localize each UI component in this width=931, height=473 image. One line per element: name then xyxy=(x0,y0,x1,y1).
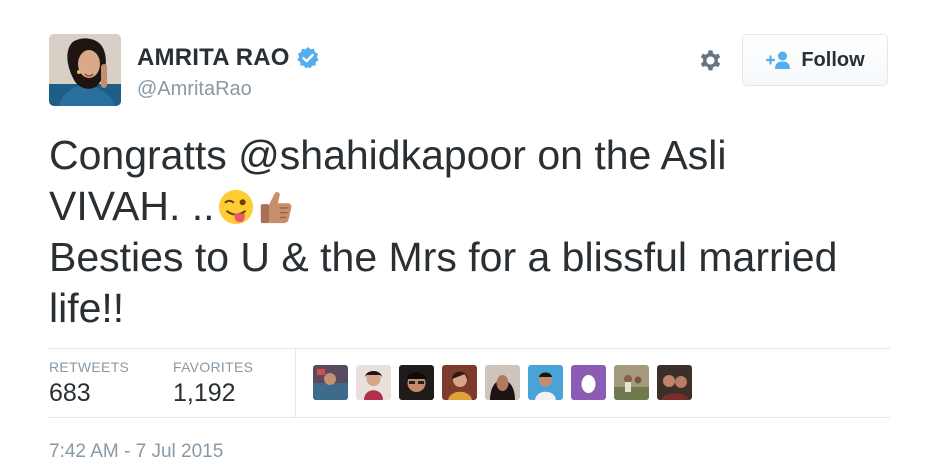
favorites-count: 1,192 xyxy=(173,379,236,407)
follow-person-icon xyxy=(766,51,791,69)
stats-divider-bottom xyxy=(49,417,890,418)
stats-separator xyxy=(295,349,296,417)
favoriter-avatar[interactable] xyxy=(313,365,348,400)
favoriter-avatar[interactable] xyxy=(614,365,649,400)
favoriter-avatar-egg-icon[interactable] xyxy=(571,365,606,400)
tweet-line-2: VIVAH. .. xyxy=(49,183,215,229)
retweets-stat[interactable]: RETWEETS 683 xyxy=(49,359,129,408)
follow-label: Follow xyxy=(801,48,865,71)
thumbs-up-emoji xyxy=(260,192,291,224)
gear-icon[interactable] xyxy=(697,47,724,74)
avatar-image xyxy=(49,34,121,106)
verified-badge-icon xyxy=(297,47,319,69)
winking-tongue-emoji xyxy=(218,189,253,225)
tweet-line-3: Besties to U & the Mrs for a blissful ma… xyxy=(49,234,838,280)
tweet-text: Congratts @shahidkapoor on the Asli VIVA… xyxy=(49,130,899,334)
user-name[interactable]: AMRITA RAO xyxy=(137,44,290,72)
retweets-label: RETWEETS xyxy=(49,359,130,375)
follow-button[interactable]: Follow xyxy=(742,34,888,86)
favoriter-avatars xyxy=(313,365,692,400)
user-name-row[interactable]: AMRITA RAO xyxy=(137,44,320,72)
favorites-stat[interactable]: FAVORITES 1,192 xyxy=(173,359,253,408)
favorites-label: FAVORITES xyxy=(173,359,254,375)
user-handle[interactable]: @AmritaRao xyxy=(137,78,252,101)
tweet-line-4: life!! xyxy=(49,285,125,331)
favoriter-avatar[interactable] xyxy=(356,365,391,400)
profile-avatar[interactable] xyxy=(49,34,121,106)
tweet-timestamp[interactable]: 7:42 AM - 7 Jul 2015 xyxy=(49,441,223,463)
favoriter-avatar[interactable] xyxy=(657,365,692,400)
favoriter-avatar[interactable] xyxy=(442,365,477,400)
tweet-line-1: Congratts @shahidkapoor on the Asli xyxy=(49,132,727,178)
favoriter-avatar[interactable] xyxy=(485,365,520,400)
retweets-count: 683 xyxy=(49,379,91,407)
stats-divider-top xyxy=(49,348,890,349)
favoriter-avatar[interactable] xyxy=(528,365,563,400)
favoriter-avatar[interactable] xyxy=(399,365,434,400)
